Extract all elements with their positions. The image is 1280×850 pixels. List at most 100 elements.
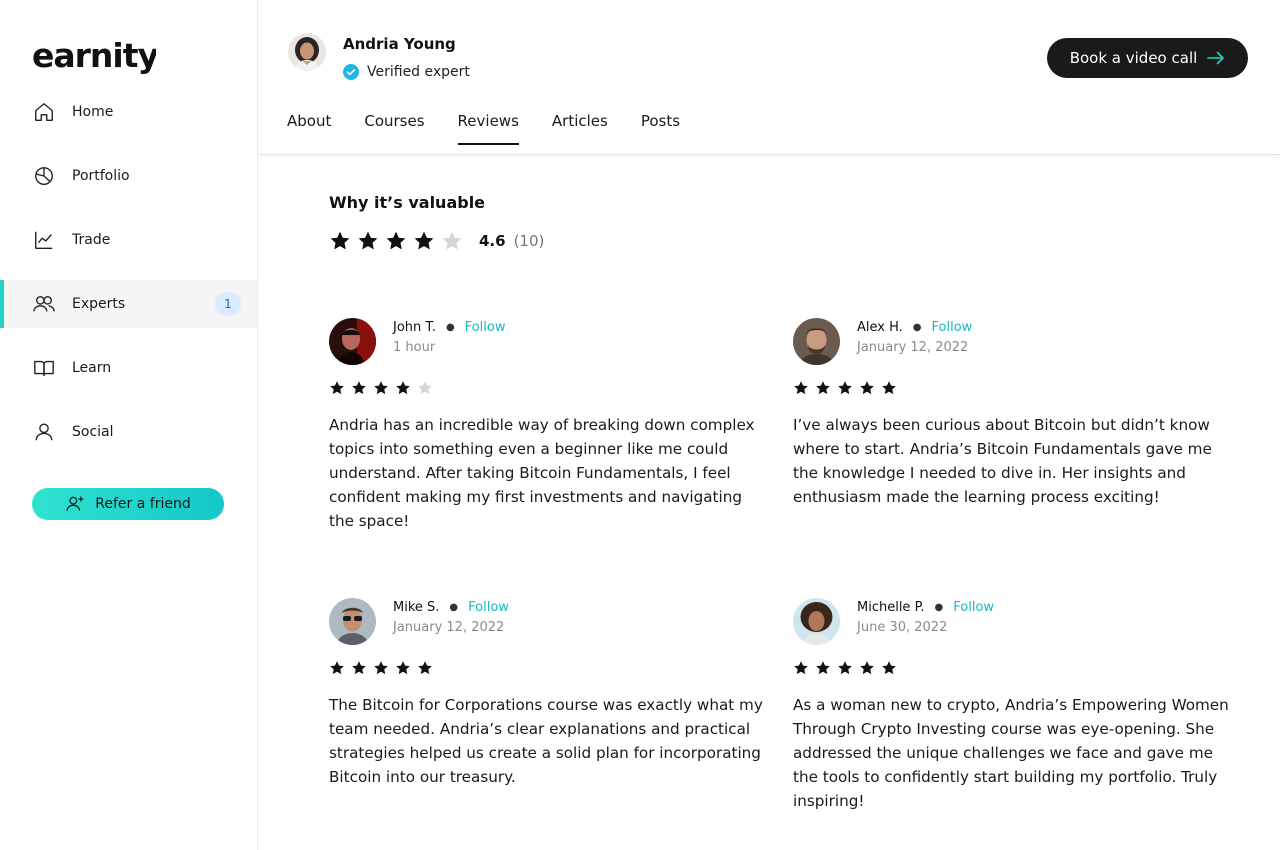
sidebar-item-label: Home xyxy=(72,104,114,120)
users-icon xyxy=(32,292,56,316)
star-filled-icon xyxy=(794,381,808,395)
arrow-right-icon xyxy=(1207,51,1225,65)
separator-dot: ● xyxy=(912,321,922,333)
sidebar-item-label: Social xyxy=(72,424,114,440)
overall-stars xyxy=(329,230,469,252)
verified-label: Verified expert xyxy=(367,64,470,80)
reviewer-meta: Michelle P. ● Follow June 30, 2022 xyxy=(857,598,994,636)
star-filled-icon xyxy=(330,661,344,675)
add-user-icon xyxy=(65,494,85,514)
verified-check-icon xyxy=(343,64,359,80)
separator-dot: ● xyxy=(449,601,459,613)
reviewer-name: Mike S. xyxy=(393,599,440,615)
rating-value: 4.6 xyxy=(479,232,506,250)
star-filled-icon xyxy=(386,231,406,250)
star-filled-icon xyxy=(418,661,432,675)
sidebar-item-trade[interactable]: Trade xyxy=(0,216,257,264)
reviewer-meta: Mike S. ● Follow January 12, 2022 xyxy=(393,598,509,636)
sidebar-nav: Home Portfolio Trade Experts 1 Learn Soc… xyxy=(0,88,257,472)
review-text: Andria has an incredible way of breaking… xyxy=(329,416,755,530)
refer-a-friend-button[interactable]: Refer a friend xyxy=(32,488,224,520)
sidebar-item-portfolio[interactable]: Portfolio xyxy=(0,152,257,200)
book-label: Book a video call xyxy=(1069,49,1198,67)
tab-reviews[interactable]: Reviews xyxy=(457,112,520,145)
book-icon xyxy=(32,356,56,380)
follow-link[interactable]: Follow xyxy=(465,320,506,335)
notification-badge: 1 xyxy=(215,292,241,316)
review-stars xyxy=(329,380,439,396)
reviewer-avatar[interactable] xyxy=(793,318,840,365)
review-time: June 30, 2022 xyxy=(857,620,948,635)
star-filled-icon xyxy=(860,381,874,395)
sidebar-item-label: Trade xyxy=(72,232,111,248)
star-filled-icon xyxy=(374,381,388,395)
expert-name: Andria Young xyxy=(343,35,456,53)
star-filled-icon xyxy=(816,661,830,675)
reviewer-meta: Alex H. ● Follow January 12, 2022 xyxy=(857,318,973,356)
reviewer-avatar[interactable] xyxy=(329,318,376,365)
section-title: Why it’s valuable xyxy=(329,193,486,212)
separator-dot: ● xyxy=(445,321,455,333)
sidebar-item-label: Portfolio xyxy=(72,168,130,184)
sidebar-item-social[interactable]: Social xyxy=(0,408,257,456)
tab-posts[interactable]: Posts xyxy=(641,112,680,144)
review-time: January 12, 2022 xyxy=(393,620,505,635)
reviewer-name: Michelle P. xyxy=(857,599,925,615)
star-filled-icon xyxy=(396,661,410,675)
star-filled-icon xyxy=(330,381,344,395)
sidebar: earnity Home Portfolio Trade Experts 1 L… xyxy=(0,0,258,850)
star-filled-icon xyxy=(838,381,852,395)
review-stars xyxy=(793,380,903,396)
tab-courses[interactable]: Courses xyxy=(364,112,424,144)
review-time: January 12, 2022 xyxy=(857,340,969,355)
star-filled-icon xyxy=(374,661,388,675)
expert-avatar[interactable] xyxy=(288,33,326,71)
follow-link[interactable]: Follow xyxy=(932,320,973,335)
star-filled-icon xyxy=(882,381,896,395)
tab-about[interactable]: About xyxy=(287,112,331,144)
rating-count: (10) xyxy=(513,232,545,250)
trend-chart-icon xyxy=(32,228,56,252)
tab-articles[interactable]: Articles xyxy=(552,112,608,144)
star-filled-icon xyxy=(352,381,366,395)
star-filled-icon xyxy=(396,381,410,395)
refer-label: Refer a friend xyxy=(95,496,191,512)
review-text: I’ve always been curious about Bitcoin b… xyxy=(793,416,1212,506)
book-video-call-button[interactable]: Book a video call xyxy=(1047,38,1248,78)
separator-dot: ● xyxy=(934,601,944,613)
home-icon xyxy=(32,100,56,124)
star-filled-icon xyxy=(330,231,350,250)
overall-rating: 4.6 (10) xyxy=(329,230,544,252)
svg-text:earnity: earnity xyxy=(32,38,156,75)
star-empty-icon xyxy=(418,381,432,395)
sidebar-item-home[interactable]: Home xyxy=(0,88,257,136)
star-filled-icon xyxy=(414,231,434,250)
review-text: The Bitcoin for Corporations course was … xyxy=(329,696,763,786)
sidebar-item-experts[interactable]: Experts 1 xyxy=(0,280,257,328)
review-time: 1 hour xyxy=(393,340,436,355)
profile-tabs: About Courses Reviews Articles Posts xyxy=(287,112,713,145)
earnity-logo[interactable]: earnity xyxy=(32,38,156,78)
follow-link[interactable]: Follow xyxy=(953,600,994,615)
sidebar-item-label: Experts xyxy=(72,296,126,312)
profile-header: Andria Young Verified expert Book a vide… xyxy=(258,0,1280,155)
reviewer-avatar[interactable] xyxy=(329,598,376,645)
sidebar-item-learn[interactable]: Learn xyxy=(0,344,257,392)
pie-chart-icon xyxy=(32,164,56,188)
verified-status: Verified expert xyxy=(343,64,470,80)
user-icon xyxy=(32,420,56,444)
reviewer-avatar[interactable] xyxy=(793,598,840,645)
reviewer-name: John T. xyxy=(393,319,436,335)
review-stars xyxy=(793,660,903,676)
reviewer-name: Alex H. xyxy=(857,319,903,335)
star-filled-icon xyxy=(838,661,852,675)
star-filled-icon xyxy=(882,661,896,675)
star-filled-icon xyxy=(352,661,366,675)
sidebar-item-label: Learn xyxy=(72,360,112,376)
star-empty-icon xyxy=(442,231,462,250)
follow-link[interactable]: Follow xyxy=(468,600,509,615)
star-filled-icon xyxy=(860,661,874,675)
review-stars xyxy=(329,660,439,676)
review-text: As a woman new to crypto, Andria’s Empow… xyxy=(793,696,1229,810)
star-filled-icon xyxy=(794,661,808,675)
